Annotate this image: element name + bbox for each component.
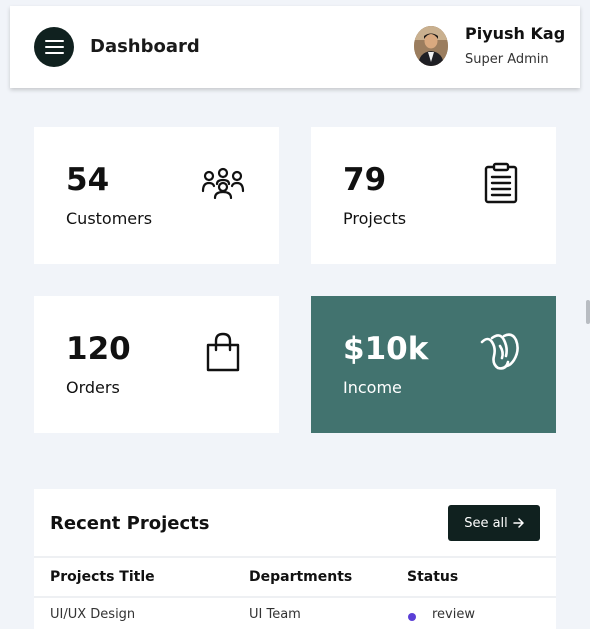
recent-projects-title: Recent Projects xyxy=(50,513,210,534)
stat-card-orders[interactable]: 120 Orders xyxy=(34,296,279,433)
project-title-cell: UI/UX Design xyxy=(50,607,136,622)
shopping-bag-icon xyxy=(205,332,241,372)
hamburger-line xyxy=(45,40,64,42)
stat-label: Orders xyxy=(66,378,120,397)
stat-card-projects[interactable]: 79 Projects xyxy=(311,127,556,264)
scrollbar-thumb[interactable] xyxy=(586,300,590,324)
hamburger-line xyxy=(45,52,64,54)
stat-value: $10k xyxy=(343,331,429,367)
user-photo-icon xyxy=(414,26,448,66)
stat-value: 54 xyxy=(66,162,110,198)
hamburger-line xyxy=(45,46,64,48)
column-header-department: Departments xyxy=(249,569,353,585)
stat-value: 120 xyxy=(66,331,131,367)
project-department-cell: UI Team xyxy=(249,607,301,622)
stat-label: Projects xyxy=(343,209,407,228)
user-name: Piyush Kag xyxy=(465,24,566,43)
stat-value: 79 xyxy=(343,162,387,198)
stat-card-income[interactable]: $10k Income xyxy=(311,296,556,433)
stat-label: Income xyxy=(343,378,402,397)
see-all-button[interactable]: See all xyxy=(448,505,540,541)
stat-card-customers[interactable]: 54 Customers xyxy=(34,127,279,264)
project-status-cell: review xyxy=(432,607,475,622)
arrow-right-icon xyxy=(513,518,524,528)
divider xyxy=(34,596,556,598)
menu-toggle-button[interactable] xyxy=(34,27,74,67)
user-role: Super Admin xyxy=(465,52,549,67)
customers-icon xyxy=(201,167,245,199)
stat-label: Customers xyxy=(66,209,153,228)
divider xyxy=(34,556,556,558)
recent-projects-panel: Recent Projects See all Projects Title D… xyxy=(34,489,556,629)
column-header-title: Projects Title xyxy=(50,569,155,585)
avatar[interactable] xyxy=(414,26,448,66)
column-header-status: Status xyxy=(407,569,459,585)
money-icon xyxy=(478,332,522,372)
status-dot xyxy=(408,613,416,621)
top-bar: Dashboard Piyush Kag Super Admin xyxy=(10,6,580,88)
clipboard-icon xyxy=(483,162,519,204)
page-title: Dashboard xyxy=(90,36,200,57)
see-all-label: See all xyxy=(464,515,508,531)
